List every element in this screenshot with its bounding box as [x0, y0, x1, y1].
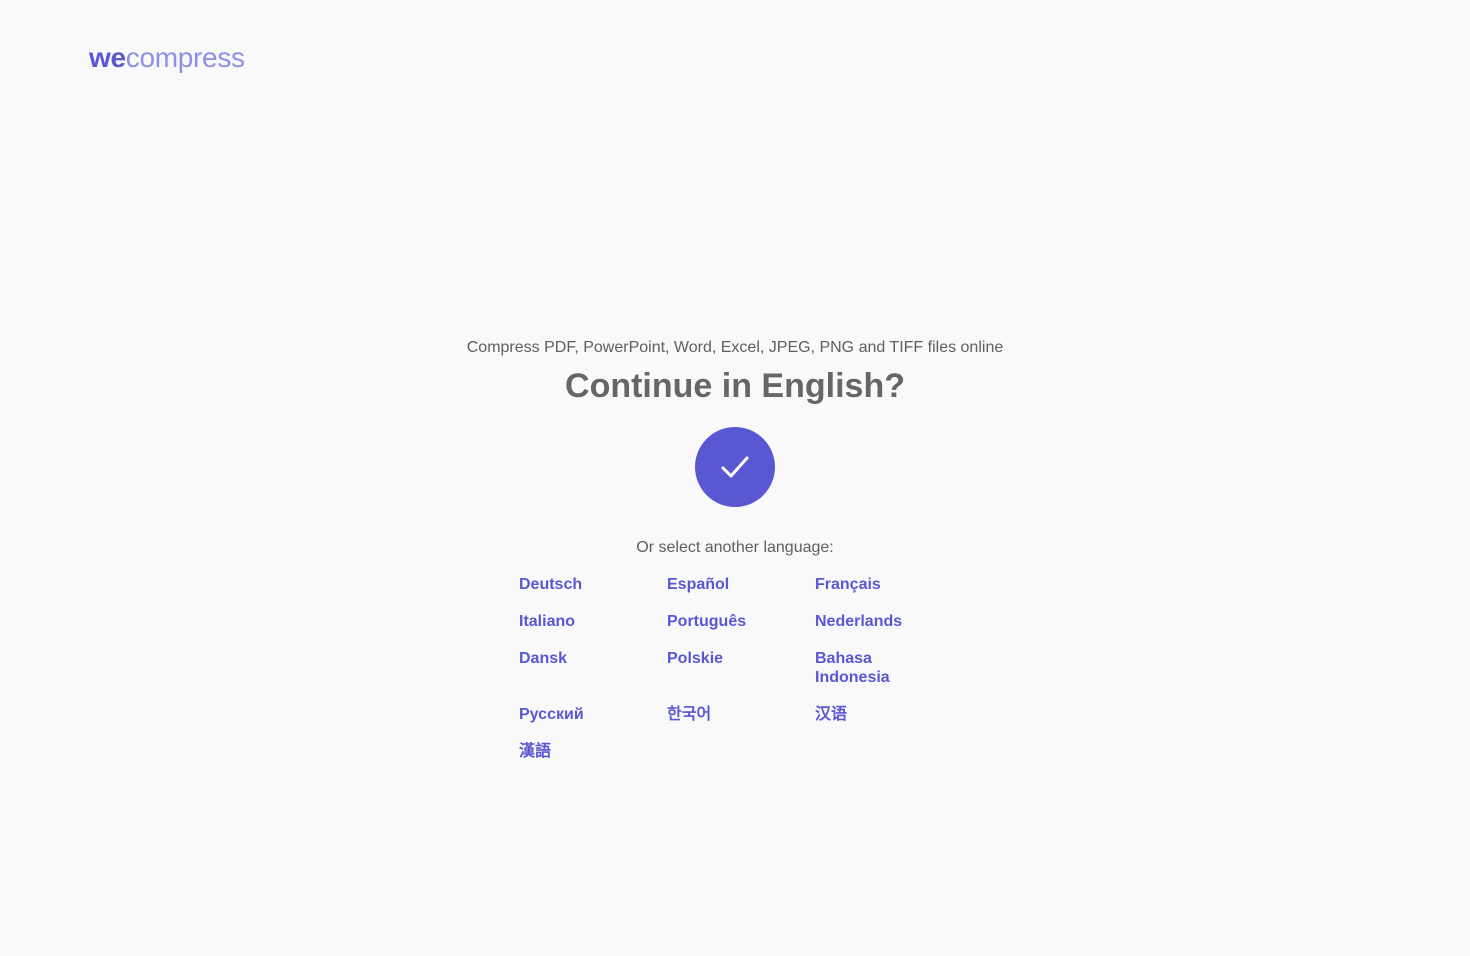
- language-link-francais[interactable]: Français: [815, 575, 911, 594]
- logo-compress: compress: [125, 42, 245, 73]
- language-link-nederlands[interactable]: Nederlands: [815, 612, 911, 631]
- language-link-korean[interactable]: 한국어: [667, 705, 763, 724]
- language-link-polskie[interactable]: Polskie: [667, 649, 763, 687]
- select-language-label: Or select another language:: [636, 539, 834, 556]
- language-link-chinese-simplified[interactable]: 汉语: [815, 705, 911, 724]
- logo-we: we: [89, 42, 126, 73]
- language-link-italiano[interactable]: Italiano: [519, 612, 615, 631]
- language-link-chinese-traditional[interactable]: 漢語: [519, 742, 615, 761]
- continue-english-button[interactable]: [695, 427, 775, 507]
- language-prompt: Compress PDF, PowerPoint, Word, Excel, J…: [0, 338, 1470, 558]
- wecompress-logo[interactable]: wecompress: [89, 40, 245, 76]
- checkmark-icon: [721, 456, 749, 478]
- language-link-espanol[interactable]: Español: [667, 575, 763, 594]
- language-link-bahasa-indonesia[interactable]: Bahasa Indonesia: [815, 649, 911, 687]
- language-link-dansk[interactable]: Dansk: [519, 649, 615, 687]
- tagline: Compress PDF, PowerPoint, Word, Excel, J…: [466, 339, 1004, 356]
- page-title: Continue in English?: [565, 367, 905, 405]
- language-link-portugues[interactable]: Português: [667, 612, 763, 631]
- language-link-deutsch[interactable]: Deutsch: [519, 575, 615, 594]
- language-link-russian[interactable]: Русский: [519, 705, 615, 724]
- language-list: Deutsch Español Français Italiano Portug…: [519, 575, 963, 761]
